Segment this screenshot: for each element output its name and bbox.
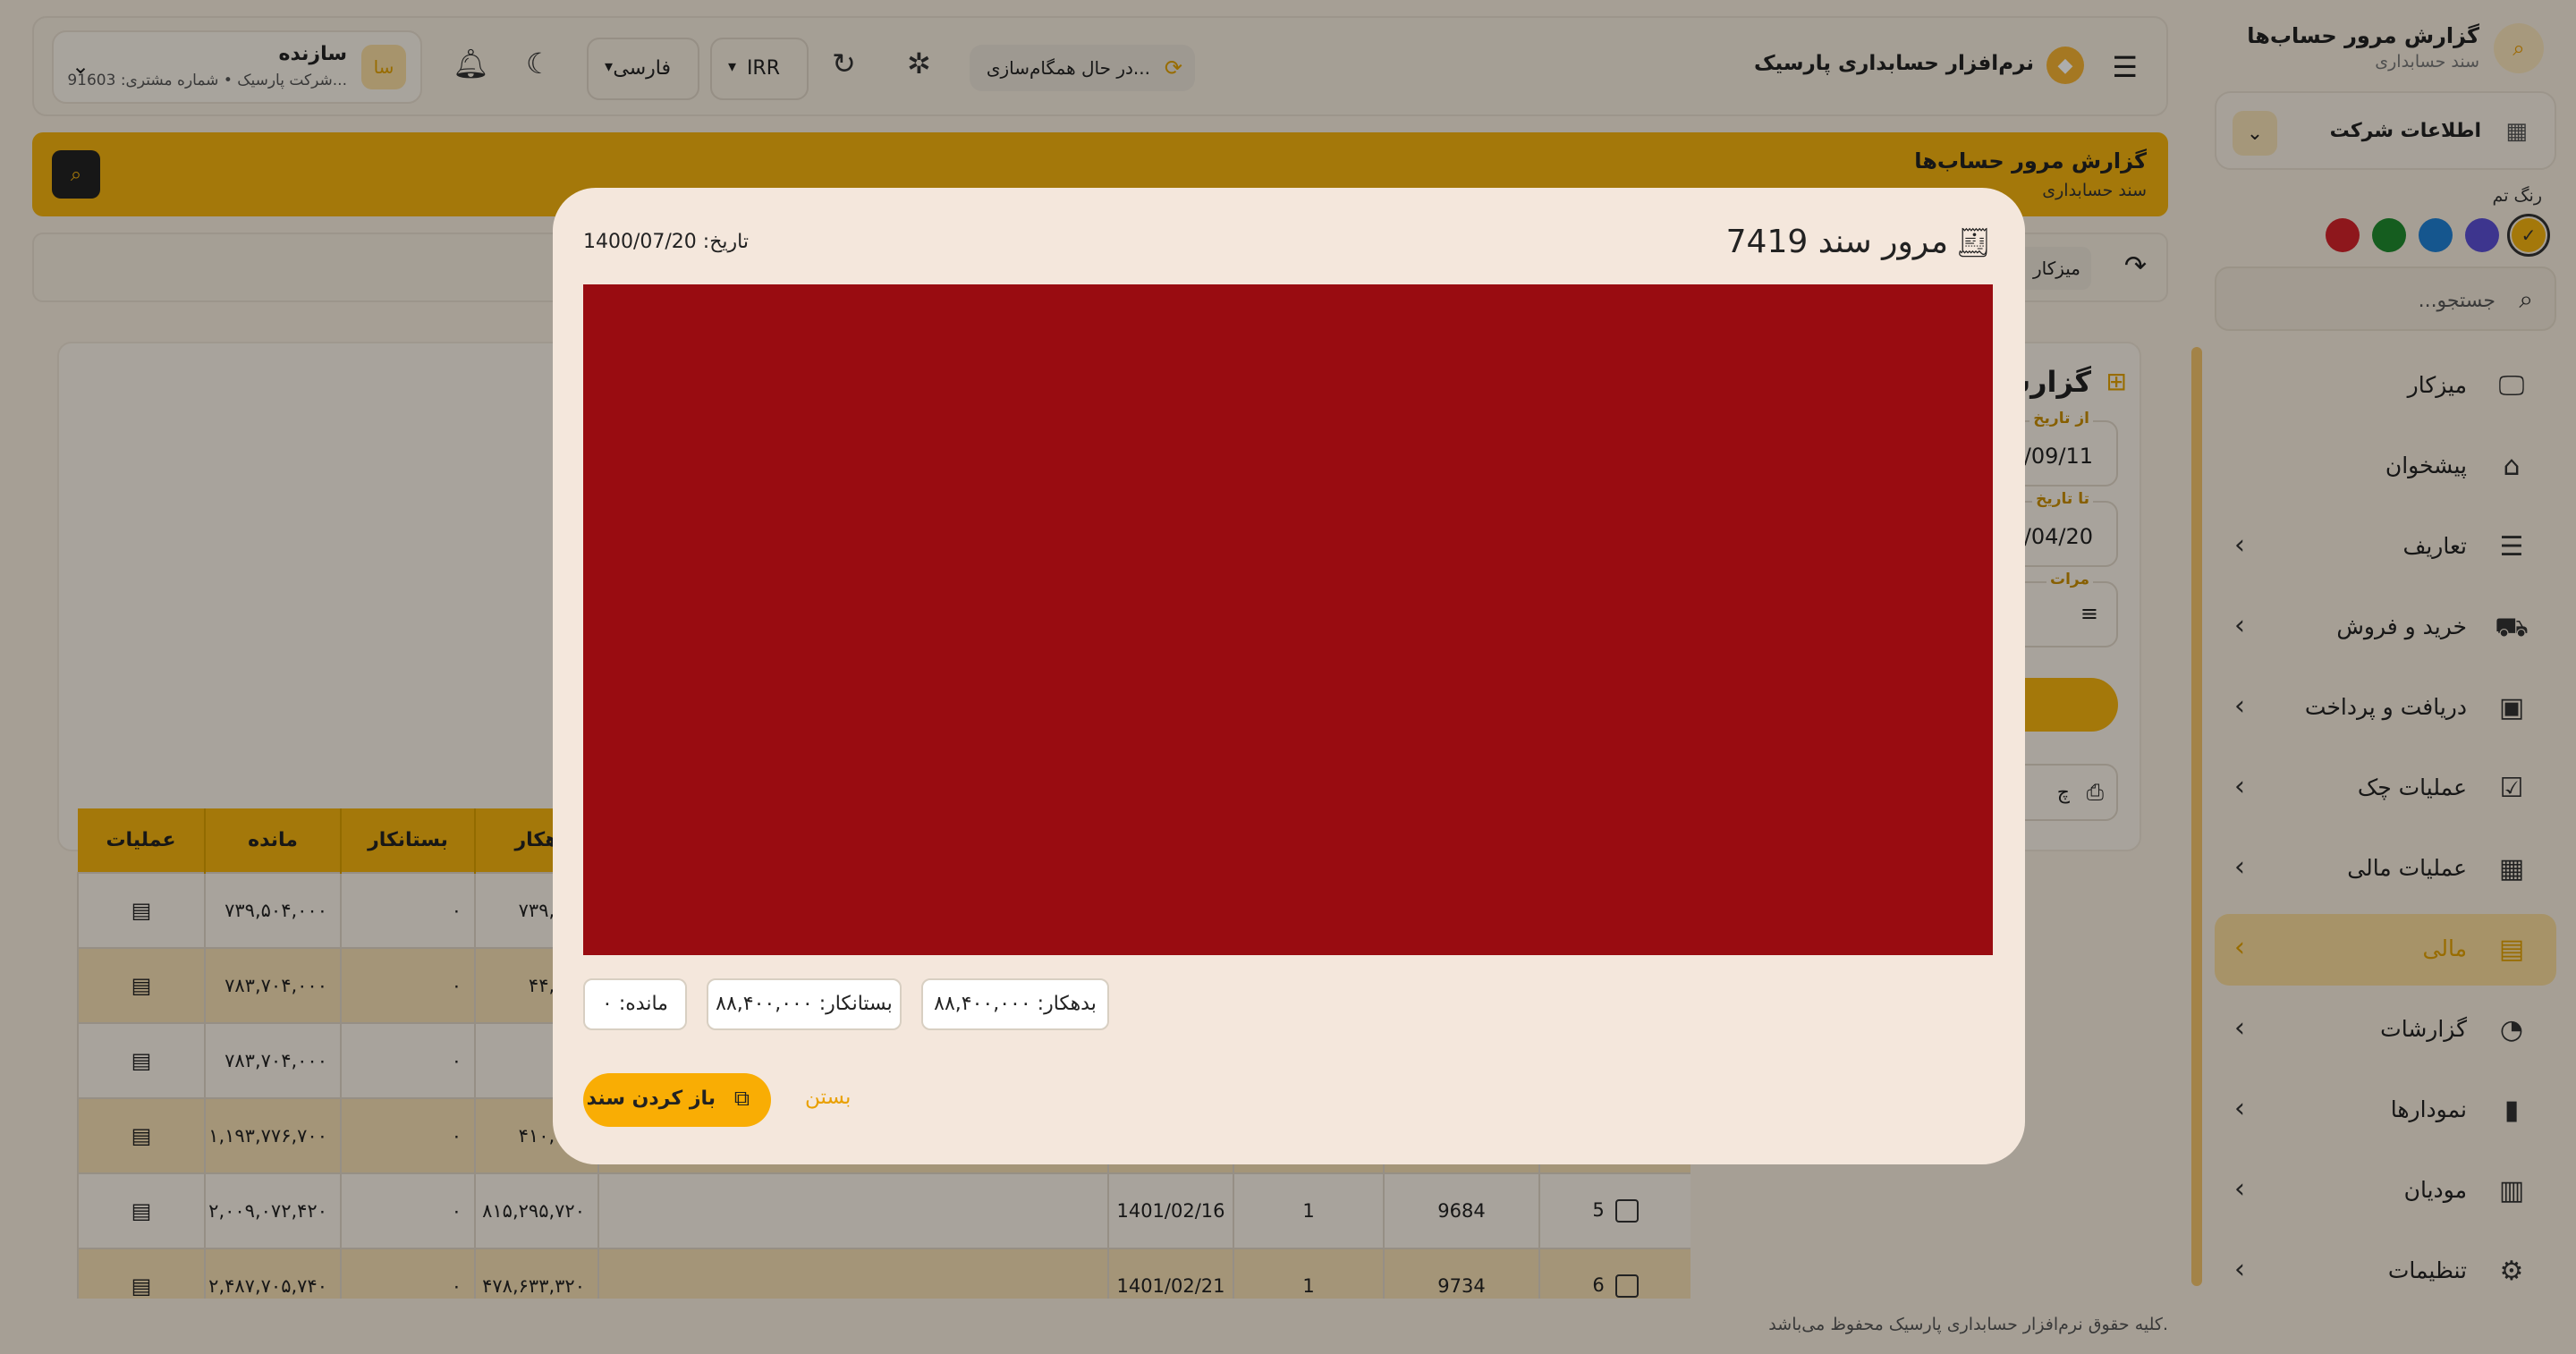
open-external-icon: ⧉ (733, 1086, 750, 1111)
modal-title: مرور سند 7419 (1725, 224, 1948, 260)
open-document-button[interactable]: ⧉ باز کردن سند (583, 1073, 771, 1127)
credit-total-chip: بستانکار: ۸۸,۴۰۰,۰۰۰ (707, 978, 902, 1030)
open-document-label: باز کردن سند (586, 1087, 716, 1110)
balance-total: مانده: ۰ (602, 993, 668, 1015)
modal-date: تاریخ: 1400/07/20 (583, 231, 749, 253)
balance-total-chip: مانده: ۰ (583, 978, 687, 1030)
app-root: ⌕ گزارش مرور حساب‌ها سند حسابداری ▦ اطلا… (0, 0, 2576, 1354)
debit-total-chip: بدهکار: ۸۸,۴۰۰,۰۰۰ (921, 978, 1109, 1030)
receipt-icon: 🧾︎ (1954, 225, 1991, 259)
debit-total: بدهکار: ۸۸,۴۰۰,۰۰۰ (934, 993, 1097, 1015)
document-preview-area (583, 284, 1993, 955)
credit-total: بستانکار: ۸۸,۴۰۰,۰۰۰ (716, 993, 893, 1015)
document-preview-modal: 🧾︎ مرور سند 7419 تاریخ: 1400/07/20 بدهکا… (553, 188, 2025, 1164)
close-button[interactable]: بستن (805, 1086, 851, 1109)
